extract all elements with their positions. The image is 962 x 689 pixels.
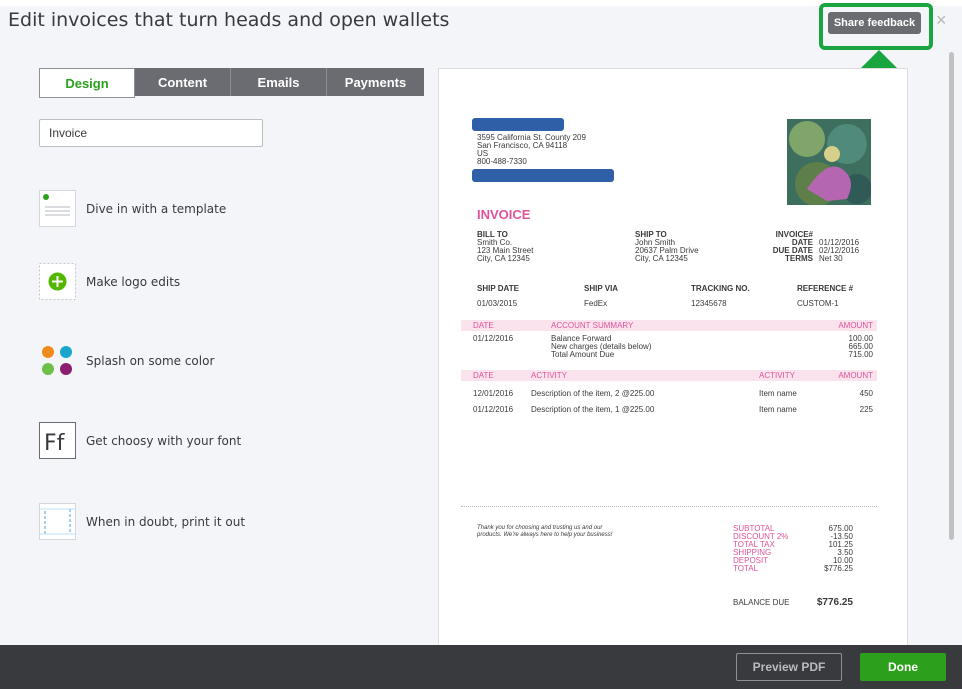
- activity-header: ACTIVITY: [531, 371, 568, 380]
- balance-due-label: BALANCE DUE: [733, 598, 790, 607]
- color-palette-icon: [42, 346, 72, 375]
- font-icon: Ff: [39, 422, 76, 459]
- balance-due-value: $776.25: [816, 597, 853, 608]
- side-item-template[interactable]: Dive in with a template: [39, 190, 226, 227]
- svg-text:Ff: Ff: [44, 431, 66, 456]
- side-item-label: Make logo edits: [86, 274, 181, 289]
- terms-label: TERMS: [785, 254, 813, 263]
- activity-date: 12/01/2016: [473, 389, 514, 398]
- summary-line: Total Amount Due: [551, 350, 615, 359]
- invoice-preview: 3595 California St. County 209 San Franc…: [438, 68, 908, 646]
- total-value: $776.25: [824, 564, 853, 573]
- print-margins-icon: [39, 503, 76, 540]
- page-title: Edit invoices that turn heads and open w…: [8, 9, 450, 31]
- tab-content[interactable]: Content: [135, 68, 231, 96]
- ship-date-value: 01/03/2015: [477, 299, 518, 308]
- thank-you-line: Thank you for choosing and trusting us a…: [477, 525, 603, 531]
- side-item-label: Splash on some color: [86, 353, 215, 368]
- summary-amount-header: AMOUNT: [838, 321, 873, 330]
- bill-to-line: City, CA 12345: [477, 254, 530, 263]
- divider: [461, 506, 877, 507]
- activity-date-header: DATE: [473, 371, 494, 380]
- logo-add-icon: [39, 263, 76, 300]
- side-item-label: When in doubt, print it out: [86, 514, 246, 529]
- side-item-label: Dive in with a template: [86, 201, 227, 216]
- invoice-title-input[interactable]: Invoice: [39, 119, 263, 147]
- annotation-highlight-box: [819, 3, 933, 50]
- terms-value: Net 30: [819, 254, 843, 263]
- tab-design[interactable]: Design: [39, 68, 135, 98]
- ship-date-header: SHIP DATE: [477, 284, 519, 293]
- top-strip: [0, 0, 962, 6]
- total-label: TOTAL: [733, 564, 759, 573]
- side-item-color[interactable]: Splash on some color: [39, 342, 214, 379]
- side-item-label: Get choosy with your font: [86, 433, 242, 448]
- summary-amount: 715.00: [848, 350, 873, 359]
- tracking-value: 12345678: [691, 299, 727, 308]
- activity-amount: 450: [859, 389, 873, 398]
- ship-to-line: City, CA 12345: [635, 254, 688, 263]
- reference-header: REFERENCE #: [797, 284, 854, 293]
- scrollbar-thumb[interactable]: [949, 52, 954, 540]
- redaction-bar: [472, 118, 564, 131]
- company-logo-image: [787, 119, 871, 205]
- ship-via-header: SHIP VIA: [584, 284, 619, 293]
- scrollbar[interactable]: [948, 52, 955, 639]
- activity-amount: 225: [859, 405, 873, 414]
- thank-you-line: products. We're always here to help your…: [477, 532, 613, 538]
- invoice-doc-title: INVOICE: [477, 207, 531, 222]
- company-phone: 800-488-7330: [477, 157, 527, 166]
- tab-payments[interactable]: Payments: [327, 68, 424, 96]
- tracking-header: TRACKING NO.: [691, 284, 750, 293]
- activity-desc: Description of the item, 2 @225.00: [531, 389, 655, 398]
- close-icon[interactable]: ×: [936, 10, 947, 31]
- activity-date: 01/12/2016: [473, 405, 514, 414]
- activity-amount-header: AMOUNT: [838, 371, 873, 380]
- side-item-font[interactable]: Ff Get choosy with your font: [39, 422, 241, 459]
- reference-value: CUSTOM-1: [797, 299, 839, 308]
- design-tabs: Design Content Emails Payments: [39, 68, 424, 98]
- ship-via-value: FedEx: [584, 299, 608, 308]
- preview-pdf-button[interactable]: Preview PDF: [736, 653, 842, 681]
- side-item-print[interactable]: When in doubt, print it out: [39, 503, 245, 540]
- activity-item: Item name: [759, 405, 797, 414]
- activity-item: Item name: [759, 389, 797, 398]
- template-icon: [39, 190, 76, 227]
- done-button[interactable]: Done: [860, 653, 946, 681]
- activity-desc: Description of the item, 1 @225.00: [531, 405, 655, 414]
- summary-date: 01/12/2016: [473, 334, 514, 343]
- tab-emails[interactable]: Emails: [231, 68, 327, 96]
- activity-item-header: ACTIVITY: [759, 371, 796, 380]
- account-summary-header: ACCOUNT SUMMARY: [551, 321, 634, 330]
- company-address-line: San Francisco, CA 94118: [477, 141, 568, 150]
- summary-date-header: DATE: [473, 321, 494, 330]
- redaction-bar: [472, 169, 614, 182]
- side-item-logo[interactable]: Make logo edits: [39, 263, 180, 300]
